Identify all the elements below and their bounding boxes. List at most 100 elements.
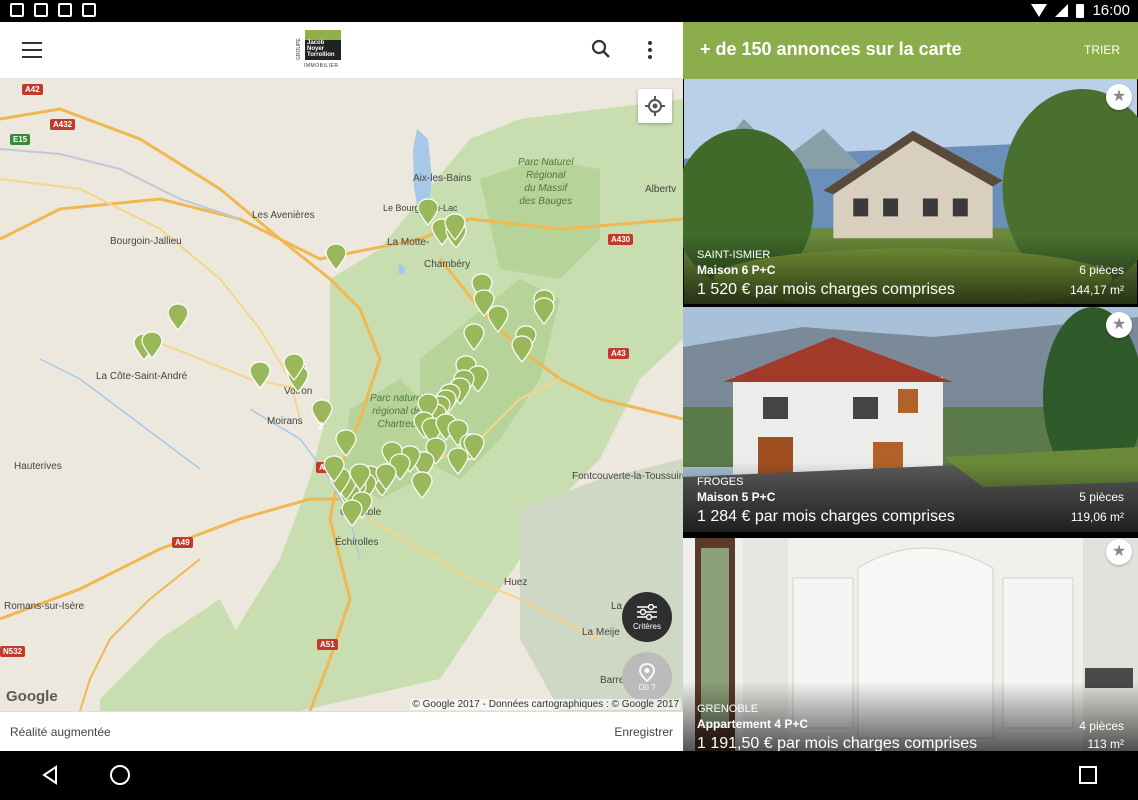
map-pin-icon[interactable] bbox=[375, 463, 397, 496]
listing-type: Appartement 4 P+C bbox=[697, 717, 809, 731]
map-background bbox=[0, 79, 683, 711]
listing-city: Saint-Ismier bbox=[697, 249, 771, 261]
locate-icon[interactable] bbox=[638, 89, 672, 123]
map-label-hauterives: Hauterives bbox=[14, 461, 62, 472]
save-search-button[interactable]: Enregistrer bbox=[614, 725, 673, 739]
android-notification-icon bbox=[82, 3, 96, 17]
road-shield-n532: N532 bbox=[0, 646, 26, 657]
map-label-huez: Huez bbox=[504, 577, 528, 588]
road-shield-a432: A432 bbox=[50, 119, 76, 130]
map-pin-icon[interactable] bbox=[167, 303, 189, 336]
listing-price: 1 520 € par mois charges comprises bbox=[697, 281, 955, 298]
augmented-reality-button[interactable]: Réalité augmentée bbox=[10, 725, 111, 739]
map-pin-icon[interactable] bbox=[249, 361, 271, 394]
sort-button[interactable]: TRIER bbox=[1084, 43, 1120, 57]
map-label-la: La bbox=[611, 601, 623, 612]
logo-subtitle: IMMOBILIER bbox=[304, 63, 339, 69]
download-notification-icon bbox=[34, 3, 48, 17]
map-pin-icon[interactable] bbox=[463, 433, 485, 466]
recents-icon[interactable] bbox=[1079, 766, 1097, 784]
listing-area: 113 m² bbox=[1087, 737, 1124, 751]
map-pin-icon[interactable] bbox=[325, 243, 347, 276]
menu-icon[interactable] bbox=[22, 42, 42, 58]
signal-icon bbox=[1055, 4, 1069, 17]
listing-city: Grenoble bbox=[697, 703, 759, 715]
where-label: Où ? bbox=[638, 682, 656, 692]
map-label-cote: La Côte-Saint-André bbox=[96, 371, 188, 382]
listing-card[interactable]: Saint-Ismier Maison 6 P+C 1 520 € par mo… bbox=[683, 79, 1138, 305]
map-label-park-bauges: Parc Naturel Régional du Massif des Baug… bbox=[518, 157, 574, 207]
listing-area: 144,17 m² bbox=[1069, 283, 1124, 297]
map-label-fontcouverte: Fontcouverte-la-Toussuire bbox=[572, 471, 683, 482]
mail-notification-icon bbox=[10, 3, 24, 17]
listing-type: Maison 5 P+C bbox=[697, 490, 776, 504]
back-icon[interactable] bbox=[40, 765, 60, 790]
where-button[interactable]: Où ? bbox=[622, 652, 672, 702]
star-icon[interactable]: ★ bbox=[1106, 84, 1132, 110]
listing-card[interactable]: Froges Maison 5 P+C 1 284 € par mois cha… bbox=[683, 307, 1138, 532]
battery-icon bbox=[1076, 3, 1085, 18]
status-time: 16:00 bbox=[1092, 2, 1130, 19]
road-shield-e15: E15 bbox=[10, 134, 31, 145]
map-label-bourgoin: Bourgoin-Jallieu bbox=[110, 236, 182, 247]
google-logo: Google bbox=[6, 688, 58, 705]
map-pin-icon[interactable] bbox=[323, 455, 345, 488]
map-label-aix: Aix-les-Bains bbox=[413, 173, 472, 184]
road-shield-a49: A49 bbox=[172, 537, 193, 548]
map-label-meije: La Meije bbox=[582, 627, 620, 638]
results-title: + de 150 annonces sur la carte bbox=[700, 39, 962, 59]
map-pin-icon[interactable] bbox=[341, 499, 363, 532]
map-label-motte: La Motte- bbox=[387, 237, 430, 248]
brand-logo: GROUPE Jacob Noyer Torrollion IMMOBILIER bbox=[296, 30, 344, 72]
criteria-label: Critères bbox=[632, 621, 661, 631]
home-icon[interactable] bbox=[110, 765, 130, 785]
map-pin-icon[interactable] bbox=[349, 463, 371, 496]
road-shield-a42: A42 bbox=[22, 84, 43, 95]
road-shield-a430: A430 bbox=[608, 234, 634, 245]
road-shield-a51: A51 bbox=[317, 639, 338, 650]
more-icon[interactable] bbox=[641, 38, 659, 62]
map-pin-icon[interactable] bbox=[283, 353, 305, 386]
criteria-button[interactable]: Critères bbox=[622, 592, 672, 642]
map-pin-icon[interactable] bbox=[444, 213, 466, 246]
map-label-avenieres: Les Avenières bbox=[252, 210, 315, 221]
app-toolbar: GROUPE Jacob Noyer Torrollion IMMOBILIER bbox=[0, 22, 683, 79]
status-bar: 16:00 bbox=[0, 0, 1138, 22]
search-icon[interactable] bbox=[590, 38, 612, 60]
listing-rooms: 5 pièces bbox=[1079, 490, 1124, 504]
listing-rooms: 4 pièces bbox=[1079, 719, 1124, 733]
cluster-count: 2 bbox=[318, 421, 324, 432]
logo-vertical-text: GROUPE bbox=[296, 38, 302, 60]
system-nav-bar bbox=[0, 751, 1138, 800]
listing-price: 1 191,50 € par mois charges comprises bbox=[697, 735, 978, 751]
listing-card[interactable]: Grenoble Appartement 4 P+C 1 191,50 € pa… bbox=[683, 534, 1138, 751]
map-label-chambery: Chambéry bbox=[424, 259, 471, 270]
place-icon bbox=[639, 662, 655, 682]
listing-area: 119,06 m² bbox=[1070, 510, 1124, 524]
map-label-echirolles: Échirolles bbox=[335, 537, 379, 548]
results-header: + de 150 annonces sur la carte TRIER bbox=[683, 22, 1138, 79]
logo-name: Jacob Noyer Torrollion bbox=[307, 40, 335, 58]
star-icon[interactable]: ★ bbox=[1106, 539, 1132, 565]
map-copyright: © Google 2017 - Données cartographiques … bbox=[410, 699, 681, 710]
map-pin-icon[interactable] bbox=[141, 331, 163, 364]
map-label-albertville: Albertv bbox=[645, 184, 677, 195]
map-pin-icon[interactable] bbox=[511, 335, 533, 368]
map-pin-icon[interactable] bbox=[463, 323, 485, 356]
listing-rooms: 6 pièces bbox=[1079, 263, 1124, 277]
map-pin-icon[interactable] bbox=[487, 305, 509, 338]
map-view[interactable]: Aix-les-Bains Le Bourget-du-Lac La Motte… bbox=[0, 79, 683, 711]
map-label-barre: Barre bbox=[600, 675, 625, 686]
filter-icon bbox=[637, 603, 657, 620]
listing-type: Maison 6 P+C bbox=[697, 263, 776, 277]
map-label-moirans: Moirans bbox=[267, 416, 303, 427]
listing-city: Froges bbox=[697, 476, 744, 488]
map-label-romans: Romans-sur-Isère bbox=[4, 601, 85, 612]
star-icon[interactable]: ★ bbox=[1106, 312, 1132, 338]
wifi-icon bbox=[1031, 4, 1048, 17]
map-bottom-bar: Réalité augmentée Enregistrer bbox=[0, 711, 683, 751]
gallery-notification-icon bbox=[58, 3, 72, 17]
map-pin-icon[interactable] bbox=[411, 471, 433, 504]
listing-price: 1 284 € par mois charges comprises bbox=[697, 508, 955, 525]
road-shield-a43: A43 bbox=[608, 348, 629, 359]
